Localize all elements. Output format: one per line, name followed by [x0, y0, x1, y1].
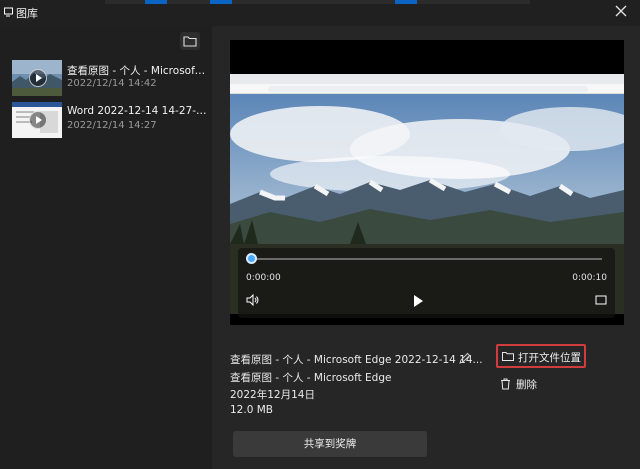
item-date: 2022/12/14 14:42: [67, 78, 157, 89]
current-time: 0:00:00: [246, 273, 281, 283]
video-thumbnail: [12, 60, 62, 96]
item-date: 2022/12/14 14:27: [67, 120, 157, 131]
playback-controls: 0:00:00 0:00:10: [238, 248, 615, 318]
file-date: 2022年12月14日: [230, 389, 315, 401]
seek-track[interactable]: [250, 258, 602, 260]
play-overlay-icon: [29, 69, 47, 87]
delete-label: 删除: [516, 379, 537, 391]
trash-icon: [501, 378, 510, 390]
word-thumbnail: [12, 102, 62, 138]
gallery-sidebar: 查看原图 - 个人 - Microsoft... 2022/12/14 14:4…: [0, 26, 212, 469]
item-title: Word 2022-12-14 14-27-03: [67, 105, 207, 117]
cast-icon[interactable]: [595, 294, 607, 306]
file-size: 12.0 MB: [230, 404, 273, 416]
open-file-location-label: 打开文件位置: [518, 352, 581, 364]
video-player[interactable]: 0:00:00 0:00:10: [230, 40, 624, 325]
folder-icon: [502, 352, 514, 361]
gallery-item-word[interactable]: Word 2022-12-14 14-27-03 2022/12/14 14:2…: [12, 102, 208, 138]
detail-panel: 0:00:00 0:00:10 查看原图 - 个人 - Microsoft Ed…: [212, 26, 640, 469]
volume-icon[interactable]: [246, 294, 260, 306]
open-folder-button[interactable]: [180, 32, 200, 50]
browser-address-bar: [230, 84, 624, 94]
duration: 0:00:10: [572, 273, 607, 283]
file-source: 查看原图 - 个人 - Microsoft Edge: [230, 372, 392, 384]
play-overlay-icon: [29, 111, 47, 129]
close-icon[interactable]: [614, 4, 628, 18]
top-taskbar-strip: [105, 0, 530, 4]
share-button[interactable]: 共享到奖牌: [233, 431, 427, 457]
edit-pencil-icon[interactable]: [458, 352, 471, 365]
gallery-item-video[interactable]: 查看原图 - 个人 - Microsoft... 2022/12/14 14:4…: [12, 60, 208, 96]
delete-button[interactable]: 删除: [500, 376, 560, 394]
browser-tab-strip: [230, 74, 624, 84]
file-name: 查看原图 - 个人 - Microsoft Edge 2022-12-14 14…: [230, 354, 483, 366]
seek-handle[interactable]: [246, 253, 257, 264]
gallery-icon: [4, 7, 13, 17]
open-file-location-button[interactable]: 打开文件位置: [496, 344, 586, 368]
item-title: 查看原图 - 个人 - Microsoft...: [67, 65, 207, 77]
folder-icon: [183, 36, 197, 47]
window-title: 图库: [16, 7, 38, 20]
title-bar: 图库: [0, 0, 640, 26]
play-icon[interactable]: [414, 295, 423, 307]
